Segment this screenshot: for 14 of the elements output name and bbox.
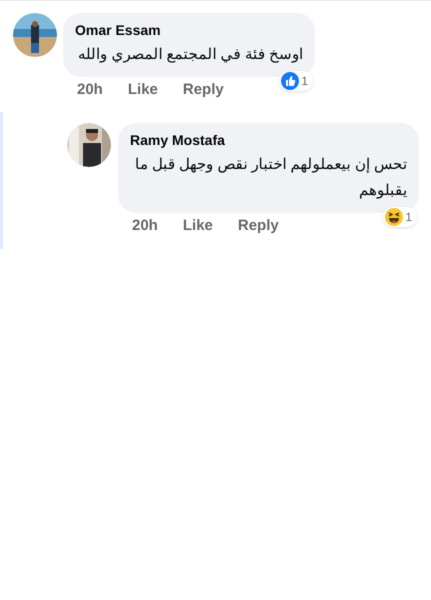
thumbs-up-icon (281, 72, 300, 90)
reaction-badge[interactable]: 1 (383, 206, 417, 226)
comment-text: تحس إن بيعملولهم اختبار نقص وجهل قبل ما يقبلوهم (134, 154, 407, 201)
reaction-badge[interactable]: 1 (279, 71, 313, 91)
like-link[interactable]: Like (128, 79, 158, 102)
reply-link[interactable]: Reply (182, 79, 224, 102)
timestamp[interactable]: 20h (132, 214, 158, 237)
timestamp[interactable]: 20h (77, 79, 103, 102)
author-name[interactable]: Omar Essam (75, 20, 161, 41)
author-name[interactable]: Ramy Mostafa (130, 130, 225, 150)
comment-text: اوسخ فئة في المجتمع المصري والله (77, 45, 303, 65)
reply-link[interactable]: Reply (238, 214, 279, 237)
like-link[interactable]: Like (182, 214, 213, 237)
laughing-face-icon (385, 208, 404, 226)
